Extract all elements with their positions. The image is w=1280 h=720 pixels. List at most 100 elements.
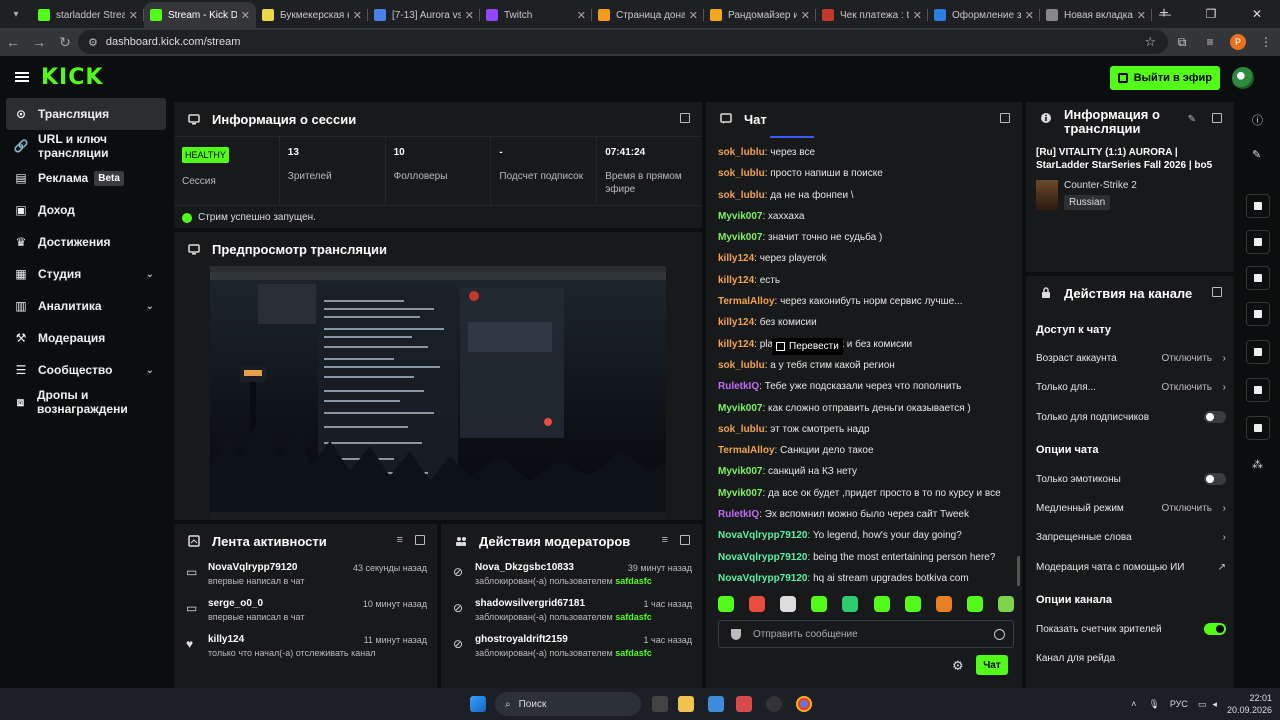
site-info-icon[interactable]: ⚙ — [88, 36, 98, 49]
filter-icon[interactable]: ≡ — [662, 534, 668, 546]
sidebar-item[interactable]: ♛ Достижения — [0, 226, 172, 258]
moderator-name[interactable]: safdasfc — [615, 612, 652, 622]
tab-search-button[interactable]: ▾ — [4, 4, 28, 24]
mod-action-item[interactable]: ⊘ ghostroyaldrift2159 заблокирован(-а) пол… — [441, 630, 702, 666]
row-slow-mode[interactable]: Медленный режим Отключить › — [1036, 498, 1226, 518]
minimize-button[interactable]: — — [1142, 0, 1188, 28]
chat-username[interactable]: sok_lublu — [718, 360, 765, 371]
emote-icon[interactable] — [718, 596, 734, 612]
store-icon[interactable] — [708, 696, 724, 712]
sidebar-item[interactable]: ▣ Доход — [0, 194, 172, 226]
activity-item[interactable]: ▭ serge_o0_0 впервые написал в чат 10 минут… — [174, 594, 437, 630]
chevron-down-icon[interactable]: ⌄ — [146, 301, 154, 312]
browser-tab[interactable]: Рандомайзер и т ✕ — [704, 2, 816, 28]
chat-username[interactable]: RuletkIQ — [718, 509, 759, 520]
network-icon[interactable]: ▭ — [1198, 699, 1207, 710]
tab-close-icon[interactable]: ✕ — [129, 9, 138, 22]
sidebar-item[interactable]: ▤ Реклама Beta — [0, 162, 172, 194]
close-window-button[interactable]: ✕ — [1234, 0, 1280, 28]
chat-username[interactable]: Myvik007 — [718, 466, 762, 477]
rail-preview-button[interactable] — [1246, 230, 1270, 254]
chat-username[interactable]: Myvik007 — [718, 232, 762, 243]
expand-icon[interactable] — [1212, 113, 1222, 123]
rail-mod-button[interactable] — [1246, 266, 1270, 290]
chat-username[interactable]: killy124 — [718, 339, 754, 350]
translate-tooltip[interactable]: Перевести — [772, 338, 843, 355]
tab-close-icon[interactable]: ✕ — [913, 9, 922, 22]
emote-icon[interactable] — [749, 596, 766, 612]
taskbar-search[interactable]: ⌕ Поиск — [495, 692, 641, 716]
edit-pencil-icon[interactable]: ✎ — [1252, 148, 1261, 161]
expand-icon[interactable] — [680, 113, 690, 123]
tab-close-icon[interactable]: ✕ — [465, 9, 474, 22]
sidebar-item[interactable]: ☰ Сообщество ⌄ — [0, 354, 172, 386]
chat-username[interactable]: killy124 — [718, 253, 754, 264]
browser-tab[interactable]: Страница донато ✕ — [592, 2, 704, 28]
bookmark-star-icon[interactable]: ☆ — [1144, 34, 1156, 50]
layout-icon[interactable]: ⁂ — [1252, 458, 1263, 471]
back-button[interactable]: ← — [0, 30, 26, 54]
chevron-up-icon[interactable]: ˄ — [1131, 699, 1136, 709]
browser-tab[interactable]: [7-13] Aurora vs. V ✕ — [368, 2, 480, 28]
chat-username[interactable]: TermalAlloy — [718, 296, 775, 307]
sidebar-item[interactable]: ▥ Аналитика ⌄ — [0, 290, 172, 322]
row-ai-moderation[interactable]: Модерация чата с помощью ИИ ↗ — [1036, 557, 1226, 577]
volume-icon[interactable]: ◂ — [1212, 699, 1217, 710]
emote-icon[interactable] — [935, 596, 952, 612]
rail-chat-button[interactable] — [1246, 302, 1270, 326]
browser-tab[interactable]: starladder Stream ✕ — [32, 2, 144, 28]
start-windows-icon[interactable] — [470, 696, 486, 712]
chat-username[interactable]: sok_lublu — [718, 424, 765, 435]
chat-username[interactable]: NovaVqlrypp79120 — [718, 573, 808, 584]
chat-username[interactable]: NovaVqlrypp79120 — [718, 530, 808, 541]
activity-item[interactable]: ♥ killy124 только что начал(-а) отслеживат… — [174, 630, 437, 666]
chat-message-input[interactable]: Отправить сообщение — [718, 620, 1014, 648]
chat-username[interactable]: Myvik007 — [718, 488, 762, 499]
viewer-count-toggle[interactable] — [1204, 623, 1226, 635]
row-banned-words[interactable]: Запрещенные слова › — [1036, 527, 1226, 547]
chat-username[interactable]: sok_lublu — [718, 190, 765, 201]
sidebar-item[interactable]: ⧈ Дропы и вознаграждени — [0, 386, 172, 418]
tab-close-icon[interactable]: ✕ — [241, 9, 250, 22]
expand-icon[interactable] — [1000, 113, 1010, 123]
stream-preview-video[interactable] — [210, 266, 666, 520]
emote-icon[interactable] — [904, 596, 921, 612]
emote-icon[interactable] — [811, 596, 828, 612]
app-icon[interactable] — [736, 696, 752, 712]
go-live-button[interactable]: Выйти в эфир — [1109, 66, 1220, 90]
chat-username[interactable]: killy124 — [718, 275, 754, 286]
browser-tab[interactable]: Twitch ✕ — [480, 2, 592, 28]
tab-close-icon[interactable]: ✕ — [801, 9, 810, 22]
reload-button[interactable]: ↻ — [52, 30, 78, 54]
sidebar-item[interactable]: 🔗 URL и ключ трансляции — [0, 130, 172, 162]
sidebar-item[interactable]: ⊙ Трансляция — [6, 98, 166, 130]
emoji-icon[interactable] — [994, 629, 1005, 640]
row-only-for[interactable]: Только для... Отключить › — [1036, 377, 1226, 397]
sidebar-item[interactable]: ▦ Студия ⌄ — [0, 258, 172, 290]
browser-menu-icon[interactable]: ⋮ — [1252, 35, 1280, 49]
kick-logo[interactable]: KICK — [41, 65, 103, 90]
row-account-age[interactable]: Возраст аккаунта Отключить › — [1036, 348, 1226, 368]
moderator-name[interactable]: safdasfc — [615, 648, 652, 658]
chat-username[interactable]: TermalAlloy — [718, 445, 775, 456]
browser-tab[interactable]: Оформление зак ✕ — [928, 2, 1040, 28]
expand-icon[interactable] — [680, 535, 690, 545]
subs-only-toggle[interactable] — [1204, 411, 1226, 423]
task-view-icon[interactable] — [652, 696, 668, 712]
rail-activity-button[interactable] — [1246, 340, 1270, 364]
tab-close-icon[interactable]: ✕ — [689, 9, 698, 22]
chrome-icon[interactable] — [796, 696, 812, 712]
chat-username[interactable]: Myvik007 — [718, 403, 762, 414]
mod-action-item[interactable]: ⊘ Nova_Dkzgsbc10833 заблокирован(-а) польз… — [441, 558, 702, 594]
forward-button[interactable]: → — [26, 30, 52, 54]
rail-session-button[interactable] — [1246, 194, 1270, 218]
expand-icon[interactable] — [1212, 287, 1222, 297]
browser-tab[interactable]: Stream - Kick Dashboard ✕ — [144, 2, 256, 28]
row-raid-channel[interactable]: Канал для рейда — [1036, 648, 1226, 668]
browser-tab[interactable]: Чек платежа : to ✕ — [816, 2, 928, 28]
chat-username[interactable]: killy124 — [718, 317, 754, 328]
rail-actions-button[interactable] — [1246, 378, 1270, 402]
emote-icon[interactable] — [780, 596, 797, 612]
tab-close-icon[interactable]: ✕ — [1025, 9, 1034, 22]
rail-info-button[interactable] — [1246, 416, 1270, 440]
